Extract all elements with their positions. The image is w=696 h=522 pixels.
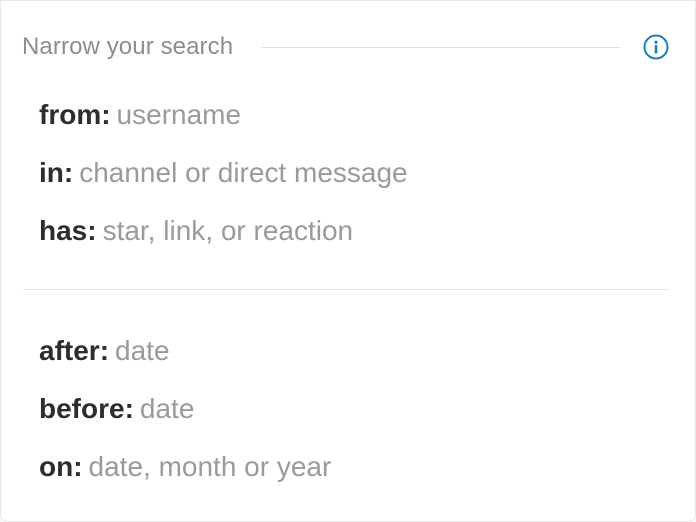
filter-option-has[interactable]: has: star, link, or reaction: [39, 209, 408, 267]
filter-option-before[interactable]: before: date: [39, 387, 331, 445]
filter-section-dates: after: date before: date on: date, month or…: [39, 329, 331, 503]
panel-title: Narrow your search: [22, 33, 234, 60]
filter-option-from[interactable]: from: username: [39, 93, 408, 151]
filter-section-people-places: from: username in: channel or direct messa…: [39, 93, 408, 267]
info-circle-icon: [643, 34, 669, 60]
filter-modifier: has:: [39, 215, 97, 246]
filter-hint: date, month or year: [88, 451, 332, 482]
filter-hint: date: [139, 393, 195, 424]
filter-option-in[interactable]: in: channel or direct message: [39, 151, 408, 209]
filter-hint: date: [115, 335, 170, 366]
info-icon[interactable]: [642, 33, 670, 61]
filter-option-on[interactable]: on: date, month or year: [39, 445, 331, 503]
filter-modifier: from:: [39, 99, 111, 130]
filter-modifier: on:: [39, 451, 83, 482]
filter-modifier: before:: [39, 393, 134, 424]
filter-hint: star, link, or reaction: [102, 215, 354, 246]
header-divider: [261, 46, 620, 48]
search-modifiers-panel: Narrow your search from: username in: chan…: [0, 0, 696, 522]
filter-hint: username: [116, 99, 242, 130]
section-divider: [23, 289, 669, 290]
filter-modifier: after:: [39, 335, 110, 366]
filter-option-after[interactable]: after: date: [39, 329, 331, 387]
filter-modifier: in:: [39, 157, 74, 188]
panel-header: Narrow your search: [22, 29, 670, 65]
filter-hint: channel or direct message: [79, 157, 408, 188]
